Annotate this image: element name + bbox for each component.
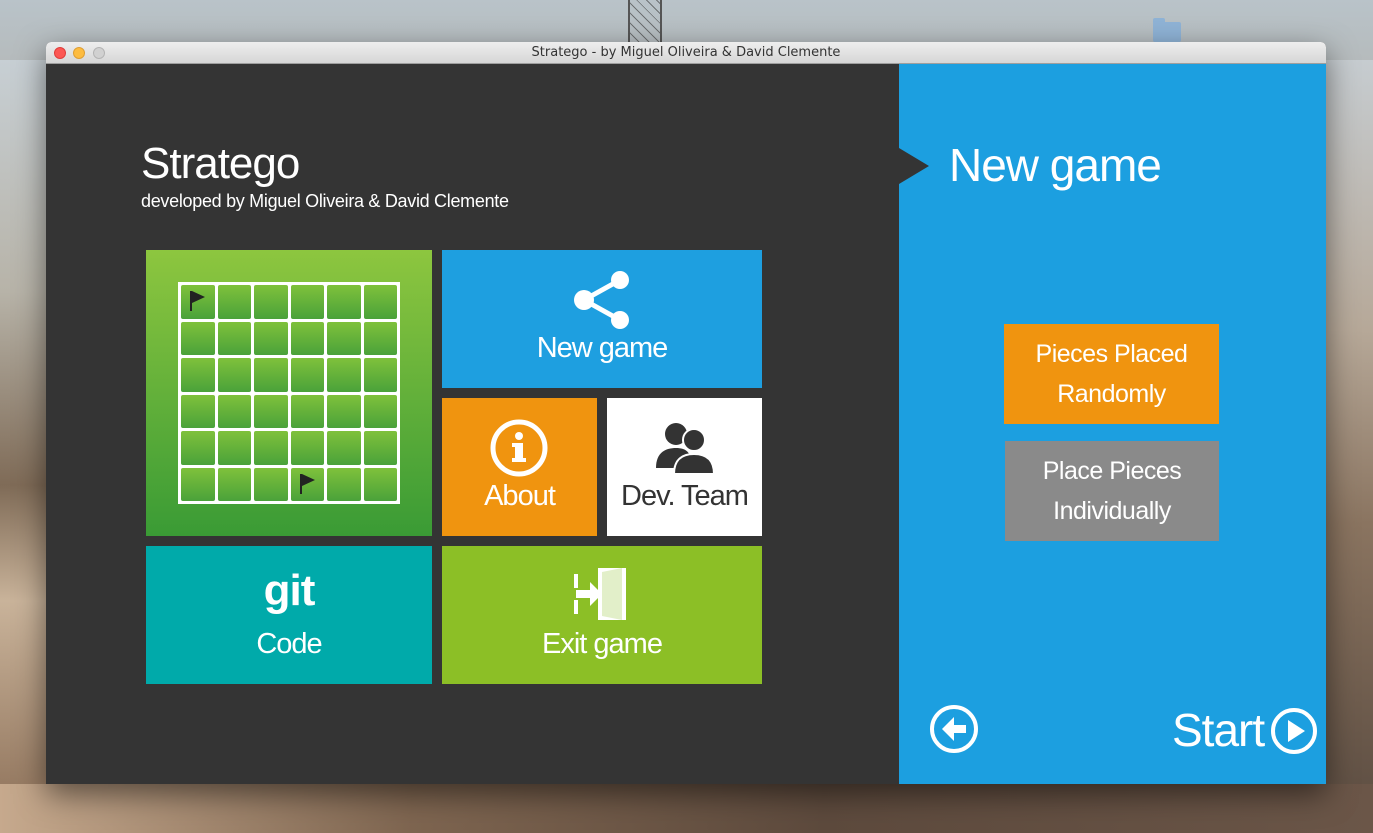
flag-icon xyxy=(299,473,315,494)
board-cell xyxy=(363,394,397,428)
board-cell xyxy=(290,394,324,428)
board-cell xyxy=(363,358,397,392)
board-cell xyxy=(290,431,324,465)
board-cell xyxy=(327,285,361,319)
board-cell xyxy=(327,321,361,355)
back-arrow-icon xyxy=(930,705,978,753)
panel-title: New game xyxy=(949,139,1162,191)
new-game-tile[interactable]: New game xyxy=(442,250,762,388)
app-title: Stratego xyxy=(141,139,300,188)
start-button[interactable]: Start xyxy=(1169,700,1319,760)
start-label: Start xyxy=(1172,704,1265,756)
board-cell xyxy=(254,285,288,319)
exit-game-tile[interactable]: Exit game xyxy=(442,546,762,684)
board-cell xyxy=(290,467,324,501)
git-logo: git xyxy=(263,566,316,615)
app-window: Stratego - by Miguel Oliveira & David Cl… xyxy=(46,42,1326,784)
code-tile[interactable]: git Code xyxy=(146,546,432,684)
code-label: Code xyxy=(256,628,322,660)
new-game-panel: New game Pieces Placed Randomly Place Pi… xyxy=(899,64,1326,784)
board-cell xyxy=(217,467,251,501)
board-cell xyxy=(290,358,324,392)
board-cell xyxy=(181,467,215,501)
board-cell xyxy=(217,431,251,465)
share-icon xyxy=(574,271,629,329)
desktop-folder-icon[interactable] xyxy=(1153,18,1181,42)
dev-team-tile[interactable]: Dev. Team xyxy=(607,398,762,536)
board-cell xyxy=(181,394,215,428)
board-cell xyxy=(363,321,397,355)
board-cell xyxy=(217,285,251,319)
users-icon xyxy=(656,423,716,475)
board-cell xyxy=(327,358,361,392)
board-cell xyxy=(254,467,288,501)
title-bar: Stratego - by Miguel Oliveira & David Cl… xyxy=(46,42,1326,64)
back-button[interactable] xyxy=(928,703,980,755)
new-game-label: New game xyxy=(536,332,669,364)
board-cell xyxy=(254,431,288,465)
window-title: Stratego - by Miguel Oliveira & David Cl… xyxy=(531,45,841,60)
flag-icon xyxy=(190,291,205,311)
board-cell xyxy=(327,394,361,428)
play-icon xyxy=(1271,708,1317,754)
board-cell xyxy=(181,358,215,392)
board-cell xyxy=(363,467,397,501)
game-board-preview xyxy=(178,282,400,504)
exit-game-label: Exit game xyxy=(542,628,663,660)
pieces-placed-randomly-button[interactable]: Pieces Placed Randomly xyxy=(1004,324,1219,424)
board-cell xyxy=(327,431,361,465)
board-cell xyxy=(254,358,288,392)
board-cell xyxy=(181,431,215,465)
main-content: Stratego developed by Miguel Oliveira & … xyxy=(46,64,1326,784)
board-cell xyxy=(363,431,397,465)
board-cell xyxy=(217,394,251,428)
about-tile[interactable]: About xyxy=(442,398,597,536)
app-subtitle: developed by Miguel Oliveira & David Cle… xyxy=(141,191,509,211)
board-cell xyxy=(254,321,288,355)
board-cell xyxy=(290,285,324,319)
board-cell xyxy=(327,467,361,501)
board-preview-tile xyxy=(146,250,432,536)
place-pieces-individually-button[interactable]: Place Pieces Individually xyxy=(1005,441,1219,541)
wallpaper-power-tower xyxy=(628,0,662,42)
board-cell xyxy=(254,394,288,428)
exit-door-icon xyxy=(574,568,626,620)
board-cell xyxy=(181,321,215,355)
board-cell xyxy=(181,285,215,319)
board-cell xyxy=(217,358,251,392)
desktop-wallpaper-bottom xyxy=(0,784,1373,833)
about-label: About xyxy=(484,480,556,512)
panel-pointer-arrow xyxy=(899,148,929,184)
board-cell xyxy=(290,321,324,355)
desktop-wallpaper-right xyxy=(1326,60,1373,833)
desktop-wallpaper-left xyxy=(0,60,46,833)
board-cell xyxy=(363,285,397,319)
board-cell xyxy=(217,321,251,355)
dev-team-label: Dev. Team xyxy=(621,480,749,512)
info-icon xyxy=(490,419,548,477)
